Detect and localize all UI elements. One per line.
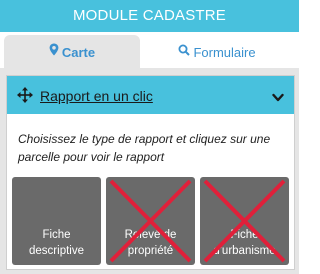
report-button-fiche-descriptive[interactable]: Fiche descriptive xyxy=(12,177,101,265)
accordion-title: Rapport en un clic xyxy=(40,88,153,104)
map-marker-icon xyxy=(49,35,59,68)
accordion-header[interactable]: Rapport en un clic xyxy=(7,76,294,114)
tab-panel: Rapport en un clic Choisissez le type de… xyxy=(0,68,299,274)
search-icon xyxy=(178,35,191,68)
tab-carte-label: Carte xyxy=(61,45,96,61)
disabled-cross-icon xyxy=(203,179,286,263)
tab-carte[interactable]: Carte xyxy=(4,35,140,68)
move-icon xyxy=(17,87,33,103)
module-header: MODULE CADASTRE xyxy=(0,0,299,32)
tab-formulaire-label: Formulaire xyxy=(193,45,256,61)
report-instructions: Choisissez le type de rapport et cliquez… xyxy=(18,132,271,164)
report-button-label: Fiche descriptive xyxy=(29,229,84,257)
tab-bar: Carte Formulaire xyxy=(0,32,299,68)
report-accordion: Rapport en un clic Choisissez le type de… xyxy=(6,75,295,270)
chevron-down-icon[interactable] xyxy=(272,90,284,102)
module-title: MODULE CADASTRE xyxy=(72,7,227,24)
report-button-fiche-urbanisme[interactable]: Fiche d'urbanisme xyxy=(200,177,289,265)
disabled-cross-icon xyxy=(109,179,192,263)
tab-formulaire[interactable]: Formulaire xyxy=(140,35,294,68)
report-button-releve-propriete[interactable]: Relevé de propriété xyxy=(106,177,195,265)
